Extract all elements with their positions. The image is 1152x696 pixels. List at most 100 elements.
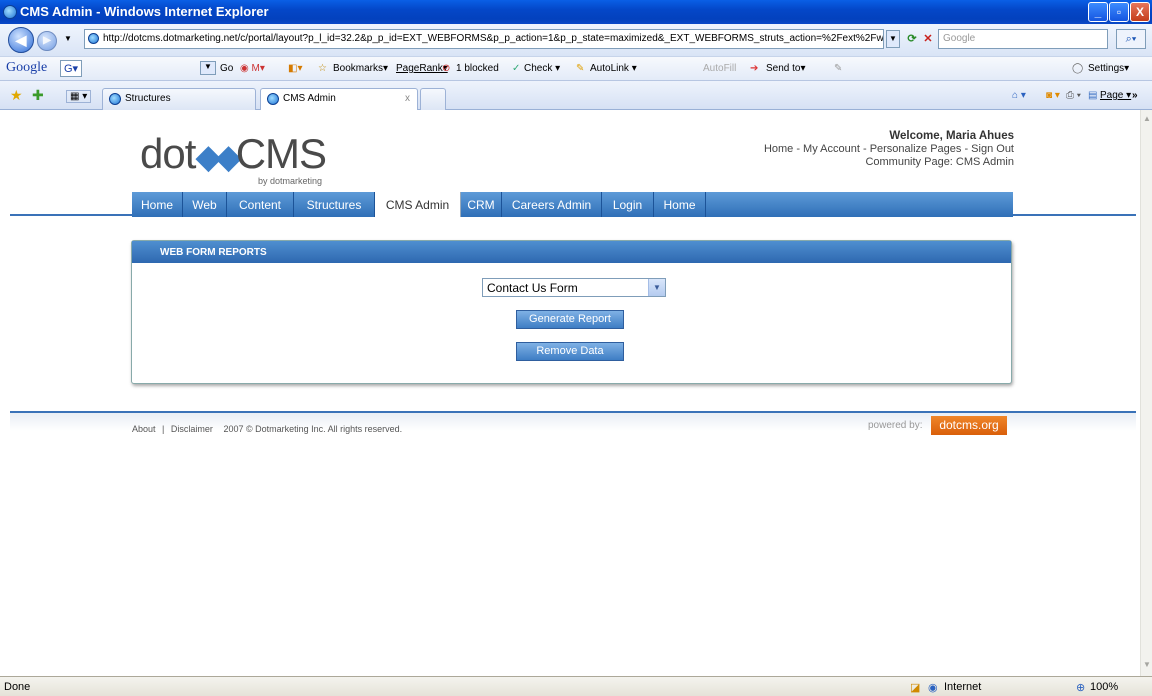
logo-text-left: dot: [140, 130, 196, 177]
tab-ie-icon: [267, 93, 279, 105]
spellcheck-icon: ✓: [512, 63, 521, 74]
tab-bar: ★ ✚ ▦ ▾ Structures CMS Admin x ⌂ ▾ ◙ ▾ ⎙…: [0, 81, 1152, 110]
scroll-up-icon[interactable]: ▲: [1143, 114, 1151, 123]
gmail-icon[interactable]: ◉ M▾: [240, 63, 265, 74]
go-button[interactable]: Go: [220, 63, 233, 74]
autolink-icon: ✎: [576, 63, 585, 74]
tab-cms-admin[interactable]: CMS Admin x: [260, 88, 418, 110]
minimize-button[interactable]: _: [1088, 2, 1108, 22]
dotcms-org-badge[interactable]: dotcms.org: [931, 416, 1007, 435]
chevron-down-icon[interactable]: ▼: [648, 279, 665, 296]
feeds-icon[interactable]: ◙ ▾: [1046, 90, 1060, 101]
popup-blocked-icon: ⊘: [442, 63, 451, 74]
google-search-dropdown[interactable]: ▼: [200, 61, 216, 75]
status-text: Done: [4, 681, 31, 693]
sendto-icon: ➔: [750, 63, 759, 74]
nav-web[interactable]: Web: [183, 192, 227, 217]
favorites-star-icon[interactable]: ★: [10, 87, 23, 104]
web-form-reports-panel: WEB FORM REPORTS Contact Us Form ▼ Gener…: [131, 240, 1012, 384]
footer-separator: |: [162, 424, 165, 434]
google-toolbar: Google G▾ ▼ Go ◉ M▾ ◧▾ ☆ Bookmarks▾ Page…: [0, 56, 1152, 81]
account-links[interactable]: Home - My Account - Personalize Pages - …: [764, 143, 1014, 155]
page-viewport: dot◆◆CMS by dotmarketing Welcome, Maria …: [0, 110, 1140, 676]
quick-tabs-icon[interactable]: ▦ ▾: [66, 90, 92, 103]
nav-structures[interactable]: Structures: [294, 192, 375, 217]
nav-careers-admin[interactable]: Careers Admin: [502, 192, 602, 217]
zoom-level[interactable]: 100%: [1090, 681, 1118, 693]
add-favorites-icon[interactable]: ✚: [32, 87, 44, 104]
window-title-bar: CMS Admin - Windows Internet Explorer _ …: [0, 0, 1152, 24]
url-field[interactable]: http://dotcms.dotmarketing.net/c/portal/…: [84, 29, 884, 49]
sendto-menu[interactable]: Send to▾: [766, 63, 806, 74]
close-window-button[interactable]: X: [1130, 2, 1150, 22]
search-button[interactable]: ⌕▾: [1116, 29, 1146, 49]
nav-home[interactable]: Home: [132, 192, 183, 217]
tab-label: CMS Admin: [283, 93, 336, 104]
history-dropdown-icon[interactable]: ▼: [64, 34, 72, 43]
bookmarks-menu[interactable]: Bookmarks▾: [333, 63, 388, 74]
settings-icon: ◯: [1072, 63, 1084, 74]
disclaimer-link[interactable]: Disclaimer: [171, 424, 213, 434]
tab-label: Structures: [125, 93, 171, 104]
copyright-text: 2007 © Dotmarketing Inc. All rights rese…: [223, 424, 403, 434]
nav-home-2[interactable]: Home: [654, 192, 706, 217]
popup-blocked-count[interactable]: 1 blocked: [456, 63, 499, 74]
powered-by-label: powered by:: [868, 420, 923, 431]
translate-icon[interactable]: ◧▾: [288, 63, 302, 74]
google-logo: Google: [6, 60, 48, 75]
panel-title: WEB FORM REPORTS: [132, 241, 1011, 263]
page-icon: ▤: [1088, 90, 1098, 101]
new-tab-button[interactable]: [420, 88, 446, 110]
footer-links: About | Disclaimer 2007 © Dotmarketing I…: [132, 424, 402, 434]
back-button[interactable]: ◀: [8, 27, 34, 53]
logo-tagline: by dotmarketing: [258, 176, 323, 186]
refresh-button[interactable]: ⟳: [903, 29, 921, 49]
scroll-down-icon[interactable]: ▼: [1143, 660, 1151, 669]
zoom-icon: ⊕: [1076, 682, 1086, 694]
logo-diamond-icon: ◆◆: [195, 138, 241, 176]
nav-content[interactable]: Content: [227, 192, 294, 217]
pagerank-menu[interactable]: PageRank▾: [396, 63, 448, 74]
google-g-button[interactable]: G▾: [60, 60, 83, 77]
tab-close-button[interactable]: x: [405, 93, 410, 104]
search-placeholder: Google: [943, 33, 976, 44]
nav-cms-admin[interactable]: CMS Admin: [375, 192, 461, 217]
home-icon[interactable]: ⌂ ▾: [1012, 90, 1026, 101]
restore-button[interactable]: ▫: [1109, 2, 1129, 22]
generate-report-button[interactable]: Generate Report: [516, 310, 624, 329]
vertical-scrollbar[interactable]: ▲ ▼: [1140, 110, 1152, 676]
star-icon: ☆: [318, 63, 327, 74]
search-input[interactable]: Google: [938, 29, 1108, 49]
form-select-value: Contact Us Form: [487, 281, 578, 295]
print-icon[interactable]: ⎙ ▾: [1066, 90, 1081, 101]
tab-structures[interactable]: Structures: [102, 88, 256, 110]
remove-data-button[interactable]: Remove Data: [516, 342, 624, 361]
dotcms-logo[interactable]: dot◆◆CMS by dotmarketing: [140, 130, 327, 186]
main-nav: Home Web Content Structures CMS Admin CR…: [132, 192, 1013, 217]
ie-logo-icon: [3, 5, 17, 19]
settings-menu[interactable]: Settings▾: [1088, 63, 1129, 74]
check-menu[interactable]: Check ▾: [524, 63, 560, 74]
about-link[interactable]: About: [132, 424, 156, 434]
page-menu[interactable]: Page ▾: [1100, 90, 1131, 101]
stop-button[interactable]: ✕: [920, 29, 936, 49]
security-zone: Internet: [944, 681, 982, 693]
chevron-right-icon[interactable]: »: [1132, 90, 1138, 101]
address-toolbar: ◀ ▶ ▼ http://dotcms.dotmarketing.net/c/p…: [0, 24, 1152, 56]
nav-login[interactable]: Login: [602, 192, 654, 217]
tab-ie-icon: [109, 93, 121, 105]
welcome-text: Welcome, Maria Ahues: [889, 130, 1014, 142]
nav-crm[interactable]: CRM: [461, 192, 502, 217]
page-icon: [88, 33, 99, 44]
forward-button[interactable]: ▶: [37, 31, 57, 51]
logo-text-right: CMS: [235, 130, 327, 177]
autofill-button[interactable]: AutoFill: [703, 63, 736, 74]
autolink-menu[interactable]: AutoLink ▾: [590, 63, 637, 74]
form-select[interactable]: Contact Us Form ▼: [482, 278, 666, 297]
url-dropdown-button[interactable]: ▼: [886, 30, 900, 48]
community-page-label: Community Page: CMS Admin: [865, 156, 1014, 168]
highlight-icon[interactable]: ✎: [834, 63, 842, 74]
user-welcome-block: Welcome, Maria Ahues Home - My Account -…: [764, 130, 1014, 169]
globe-icon: ◉: [928, 682, 938, 694]
window-title: CMS Admin - Windows Internet Explorer: [20, 4, 269, 19]
